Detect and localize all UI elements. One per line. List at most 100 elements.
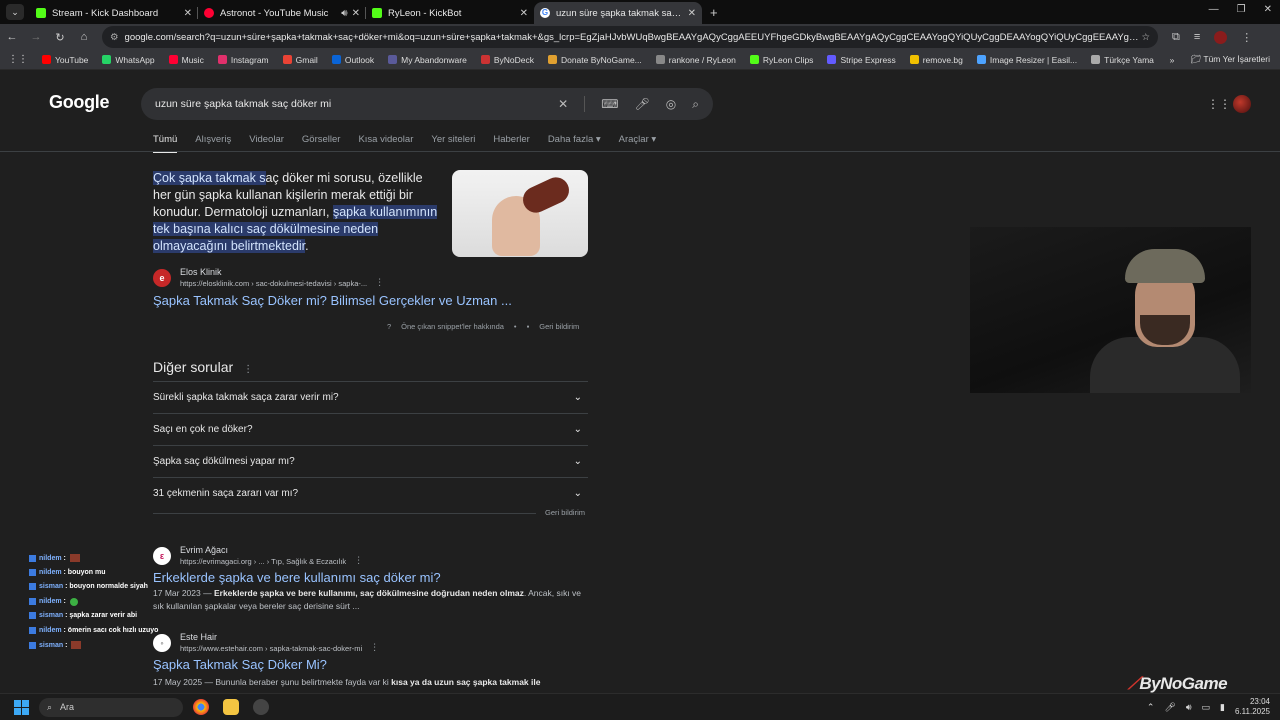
mic-icon[interactable]: 🎤︎ [635,97,650,111]
bookmark-icon [827,55,837,64]
bookmark-item[interactable]: Image Resizer | Easil... [976,55,1077,65]
este-hair-icon: ◦ [153,633,171,652]
chat-message: sisman : [29,641,82,649]
more-options-icon[interactable]: ⋮ [375,277,384,288]
chat-message: sisman : şapka zarar verir abi [29,612,137,619]
profile-avatar[interactable] [1214,30,1228,44]
bookmark-icon [102,55,112,64]
tab-kickbot[interactable]: RyLeon - KickBot ✕ [366,2,534,24]
speaker-icon[interactable]: 🔊︎ [341,8,347,19]
back-icon[interactable]: ← [0,31,24,43]
home-icon[interactable]: ⌂ [72,31,96,43]
related-questions-header: Diğer sorular ⋮ [153,359,253,375]
close-icon[interactable]: ✕ [688,8,696,19]
minimize-icon[interactable]: — [1209,4,1219,15]
bookmark-item[interactable]: Stripe Express [827,55,896,65]
chrome-icon[interactable] [193,699,209,715]
reload-icon[interactable]: ↻ [48,31,72,44]
snippet-text: . [305,239,309,253]
result-description: 17 May 2025 — Bununla beraber şunu belir… [153,676,583,689]
restore-icon[interactable]: ❐ [1237,4,1246,15]
bookmark-item[interactable]: Türkçe Yama [1091,55,1154,65]
bookmark-item[interactable]: Instagram [217,55,269,65]
result-source[interactable]: ◦ Este Hair https://www.estehair.com › s… [153,632,379,653]
questions-feedback-link[interactable]: Geri bildirim [545,508,585,517]
more-options-icon[interactable]: ⋮ [370,642,379,653]
more-options-icon[interactable]: ⋮ [354,555,363,566]
about-snippets-link[interactable]: Öne çıkan snippet'ler hakkında [401,322,504,331]
network-icon[interactable]: ▭ [1202,702,1211,713]
reading-list-icon[interactable]: ≡ [1194,31,1200,43]
bynogame-watermark: ⟋ByNoGame [1128,674,1228,693]
close-icon[interactable]: ✕ [352,8,360,19]
related-question[interactable]: Saçı en çok ne döker? ⌄ [153,413,588,445]
address-bar[interactable]: ⚙ google.com/search?q=uzun+süre+şapka+ta… [102,26,1158,48]
feedback-link[interactable]: Geri bildirim [539,322,579,331]
tab-youtube-music[interactable]: Astronot - YouTube Music 🔊︎ ✕ [198,2,366,24]
battery-icon[interactable]: ▮ [1220,702,1225,713]
tray-chevron-icon[interactable]: ⌃ [1147,702,1155,713]
result-title[interactable]: Erkeklerde şapka ve bere kullanımı saç d… [153,570,441,585]
close-icon[interactable]: ✕ [184,8,192,19]
app-icon[interactable] [253,699,269,715]
mic-icon[interactable]: 🎤︎ [1164,702,1175,713]
extensions-icon[interactable]: ⧉ [1172,31,1180,44]
bookmark-star-icon[interactable]: ☆ [1141,32,1150,43]
related-question[interactable]: Şapka saç dökülmesi yapar mı? ⌄ [153,445,588,477]
tab-kick-dashboard[interactable]: Stream - Kick Dashboard ✕ [30,2,198,24]
bookmark-item[interactable]: RyLeon Clips [749,55,813,65]
result-source[interactable]: ε Evrim Ağacı https://evrimagaci.org › .… [153,545,363,566]
bookmark-item[interactable]: Gmail [282,55,318,65]
search-icon[interactable]: ⌕ [692,97,699,112]
search-box[interactable]: uzun süre şapka takmak saç döker mi ✕ ⌨ … [141,88,713,120]
taskbar-search[interactable]: ⌕ Ara [39,697,183,717]
site-info-icon[interactable]: ⚙ [110,32,119,43]
bookmark-item[interactable]: remove.bg [909,55,963,65]
featured-source[interactable]: e Elos Klinik https://elosklinik.com › s… [153,267,384,288]
tab-google-search[interactable]: G uzun süre şapka takmak saç d... ✕ [534,2,702,24]
clock[interactable]: 23:04 6.11.2025 [1235,697,1270,717]
lens-icon[interactable]: ◎ [666,97,676,111]
new-tab-button[interactable]: + [702,5,726,24]
menu-icon[interactable]: ⋮ [1241,31,1252,44]
all-bookmarks[interactable]: 📁︎ Tüm Yer İşaretleri [1190,54,1270,65]
result-title[interactable]: Şapka Takmak Saç Döker Mi? [153,657,327,672]
account-avatar[interactable] [1233,95,1251,113]
google-logo[interactable]: Google [49,92,110,113]
bookmark-item[interactable]: Music [168,55,204,65]
more-bookmarks-icon[interactable]: » [1170,55,1175,65]
bookmark-item[interactable]: My Abandonware [388,55,467,65]
search-input[interactable]: uzun süre şapka takmak saç döker mi [155,98,558,110]
kick-icon [36,8,46,18]
forward-icon[interactable]: → [24,31,48,43]
bookmark-item[interactable]: ByNoDeck [480,55,534,65]
windows-start-icon[interactable] [14,699,29,715]
bookmark-item[interactable]: WhatsApp [102,55,155,65]
featured-result-title[interactable]: Şapka Takmak Saç Döker mi? Bilimsel Gerç… [153,293,512,308]
close-icon[interactable]: ✕ [520,8,528,19]
kick-badge-icon [29,554,36,562]
more-options-icon[interactable]: ⋮ [243,364,253,375]
kick-icon [372,8,382,18]
related-question[interactable]: Sürekli şapka takmak saça zarar verir mi… [153,381,588,413]
emote-icon [71,641,82,649]
snippet-image[interactable] [452,170,588,257]
result-description: 17 Mar 2023 — Erkeklerde şapka ve bere k… [153,587,583,613]
feedback-icon: ▪ [526,322,530,331]
chat-text: ömerin sacı cok hızlı uzuyo [67,626,159,634]
file-explorer-icon[interactable] [223,699,239,715]
related-question[interactable]: 31 çekmenin saça zararı var mı? ⌄ [153,477,588,509]
bookmark-item[interactable]: rankone / RyLeon [655,55,736,65]
tab-search-button[interactable]: ⌄ [6,4,24,20]
bookmark-icon [42,55,51,64]
volume-icon[interactable]: 🔊︎ [1186,702,1192,713]
bookmark-item[interactable]: Outlook [331,55,374,65]
bookmark-item[interactable]: Donate ByNoGame... [547,55,642,65]
clear-icon[interactable]: ✕ [558,97,568,111]
result-desc-text: Bununla beraber şunu belirtmekte fayda v… [215,677,392,687]
kick-badge-icon [29,641,36,649]
close-window-icon[interactable]: ✕ [1264,4,1272,15]
keyboard-icon[interactable]: ⌨ [601,97,618,111]
bookmark-item[interactable]: YouTube [42,55,88,65]
apps-grid-icon[interactable]: ⋮⋮ [8,54,28,65]
